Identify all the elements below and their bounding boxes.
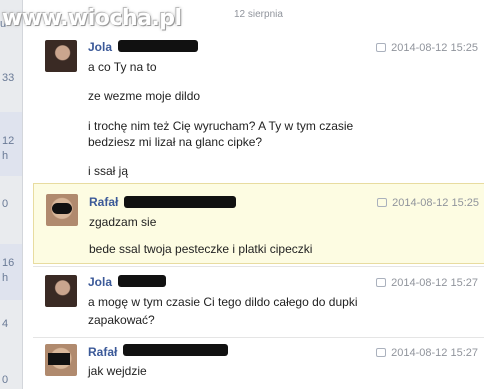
timestamp-text: 2014-08-12 15:27 bbox=[391, 347, 478, 359]
comment-icon bbox=[376, 42, 387, 52]
date-divider: 12 sierpnia bbox=[234, 9, 283, 20]
message-text: a mogę w tym czasie Ci tego dildo całego… bbox=[88, 295, 358, 309]
timestamp-text: 2014-08-12 15:25 bbox=[391, 42, 478, 54]
message-text: zgadzam sie bbox=[89, 215, 157, 229]
message-timestamp[interactable]: 2014-08-12 15:27 bbox=[376, 347, 478, 359]
sidebar-edge-text: h bbox=[2, 150, 9, 162]
comment-icon bbox=[377, 197, 388, 207]
sidebar-edge-text: 12 bbox=[2, 135, 15, 147]
message-separator bbox=[33, 337, 484, 338]
message-group: Rafał 2014-08-12 15:27 jak wejdzie bbox=[33, 340, 484, 389]
sender-name[interactable]: Rafał bbox=[89, 195, 118, 209]
message-group: Jola 2014-08-12 15:27 a mogę w tym czasi… bbox=[33, 270, 484, 336]
message-text: i ssał ją bbox=[88, 164, 129, 178]
sidebar-edge-text: 16 bbox=[2, 257, 15, 269]
avatar-censor-bar bbox=[52, 203, 72, 214]
message-text: a co Ty na to bbox=[88, 60, 157, 74]
comment-icon bbox=[376, 277, 387, 287]
sidebar-edge-text: 0 bbox=[2, 374, 9, 386]
name-censor-scribble bbox=[124, 196, 236, 208]
avatar[interactable] bbox=[46, 194, 78, 226]
message-separator bbox=[33, 266, 484, 267]
message-timestamp[interactable]: 2014-08-12 15:27 bbox=[376, 277, 478, 289]
watermark-logo: www.wiocha.pl bbox=[2, 6, 182, 31]
sidebar-edge-text: h bbox=[2, 272, 9, 284]
message-group: Jola 2014-08-12 15:25 a co Ty na to ze w… bbox=[33, 34, 484, 180]
left-sidebar-strip: u 33 12 h 0 16 h 4 0 bbox=[0, 0, 23, 389]
message-text: bedziesz mi lizał na glanc cipke? bbox=[88, 135, 263, 149]
sender-name[interactable]: Jola bbox=[88, 40, 112, 54]
name-censor-scribble bbox=[118, 40, 198, 52]
message-text: i trochę nim też Cię wyrucham? A Ty w ty… bbox=[88, 119, 354, 133]
message-text: zapakować? bbox=[88, 313, 155, 327]
message-text: ze wezme moje dildo bbox=[88, 89, 201, 103]
sender-name[interactable]: Jola bbox=[88, 275, 112, 289]
sidebar-edge-text: 4 bbox=[2, 318, 9, 330]
sidebar-edge-text: 0 bbox=[2, 198, 9, 210]
message-text: bede ssal twoja pesteczke i platki cipec… bbox=[89, 242, 313, 256]
timestamp-text: 2014-08-12 15:25 bbox=[392, 197, 479, 209]
name-censor-scribble bbox=[118, 275, 166, 287]
comment-icon bbox=[376, 347, 387, 357]
sender-name[interactable]: Rafał bbox=[88, 345, 117, 359]
avatar[interactable] bbox=[45, 344, 77, 376]
avatar-censor-bar bbox=[48, 353, 70, 365]
avatar[interactable] bbox=[45, 275, 77, 307]
avatar[interactable] bbox=[45, 40, 77, 72]
message-text: jak wejdzie bbox=[88, 364, 147, 378]
sidebar-edge-text: 33 bbox=[2, 72, 15, 84]
name-censor-scribble bbox=[123, 344, 228, 356]
message-group-highlighted: Rafał 2014-08-12 15:25 zgadzam sie bede … bbox=[33, 183, 484, 264]
message-timestamp[interactable]: 2014-08-12 15:25 bbox=[377, 197, 479, 209]
message-timestamp[interactable]: 2014-08-12 15:25 bbox=[376, 42, 478, 54]
timestamp-text: 2014-08-12 15:27 bbox=[391, 277, 478, 289]
